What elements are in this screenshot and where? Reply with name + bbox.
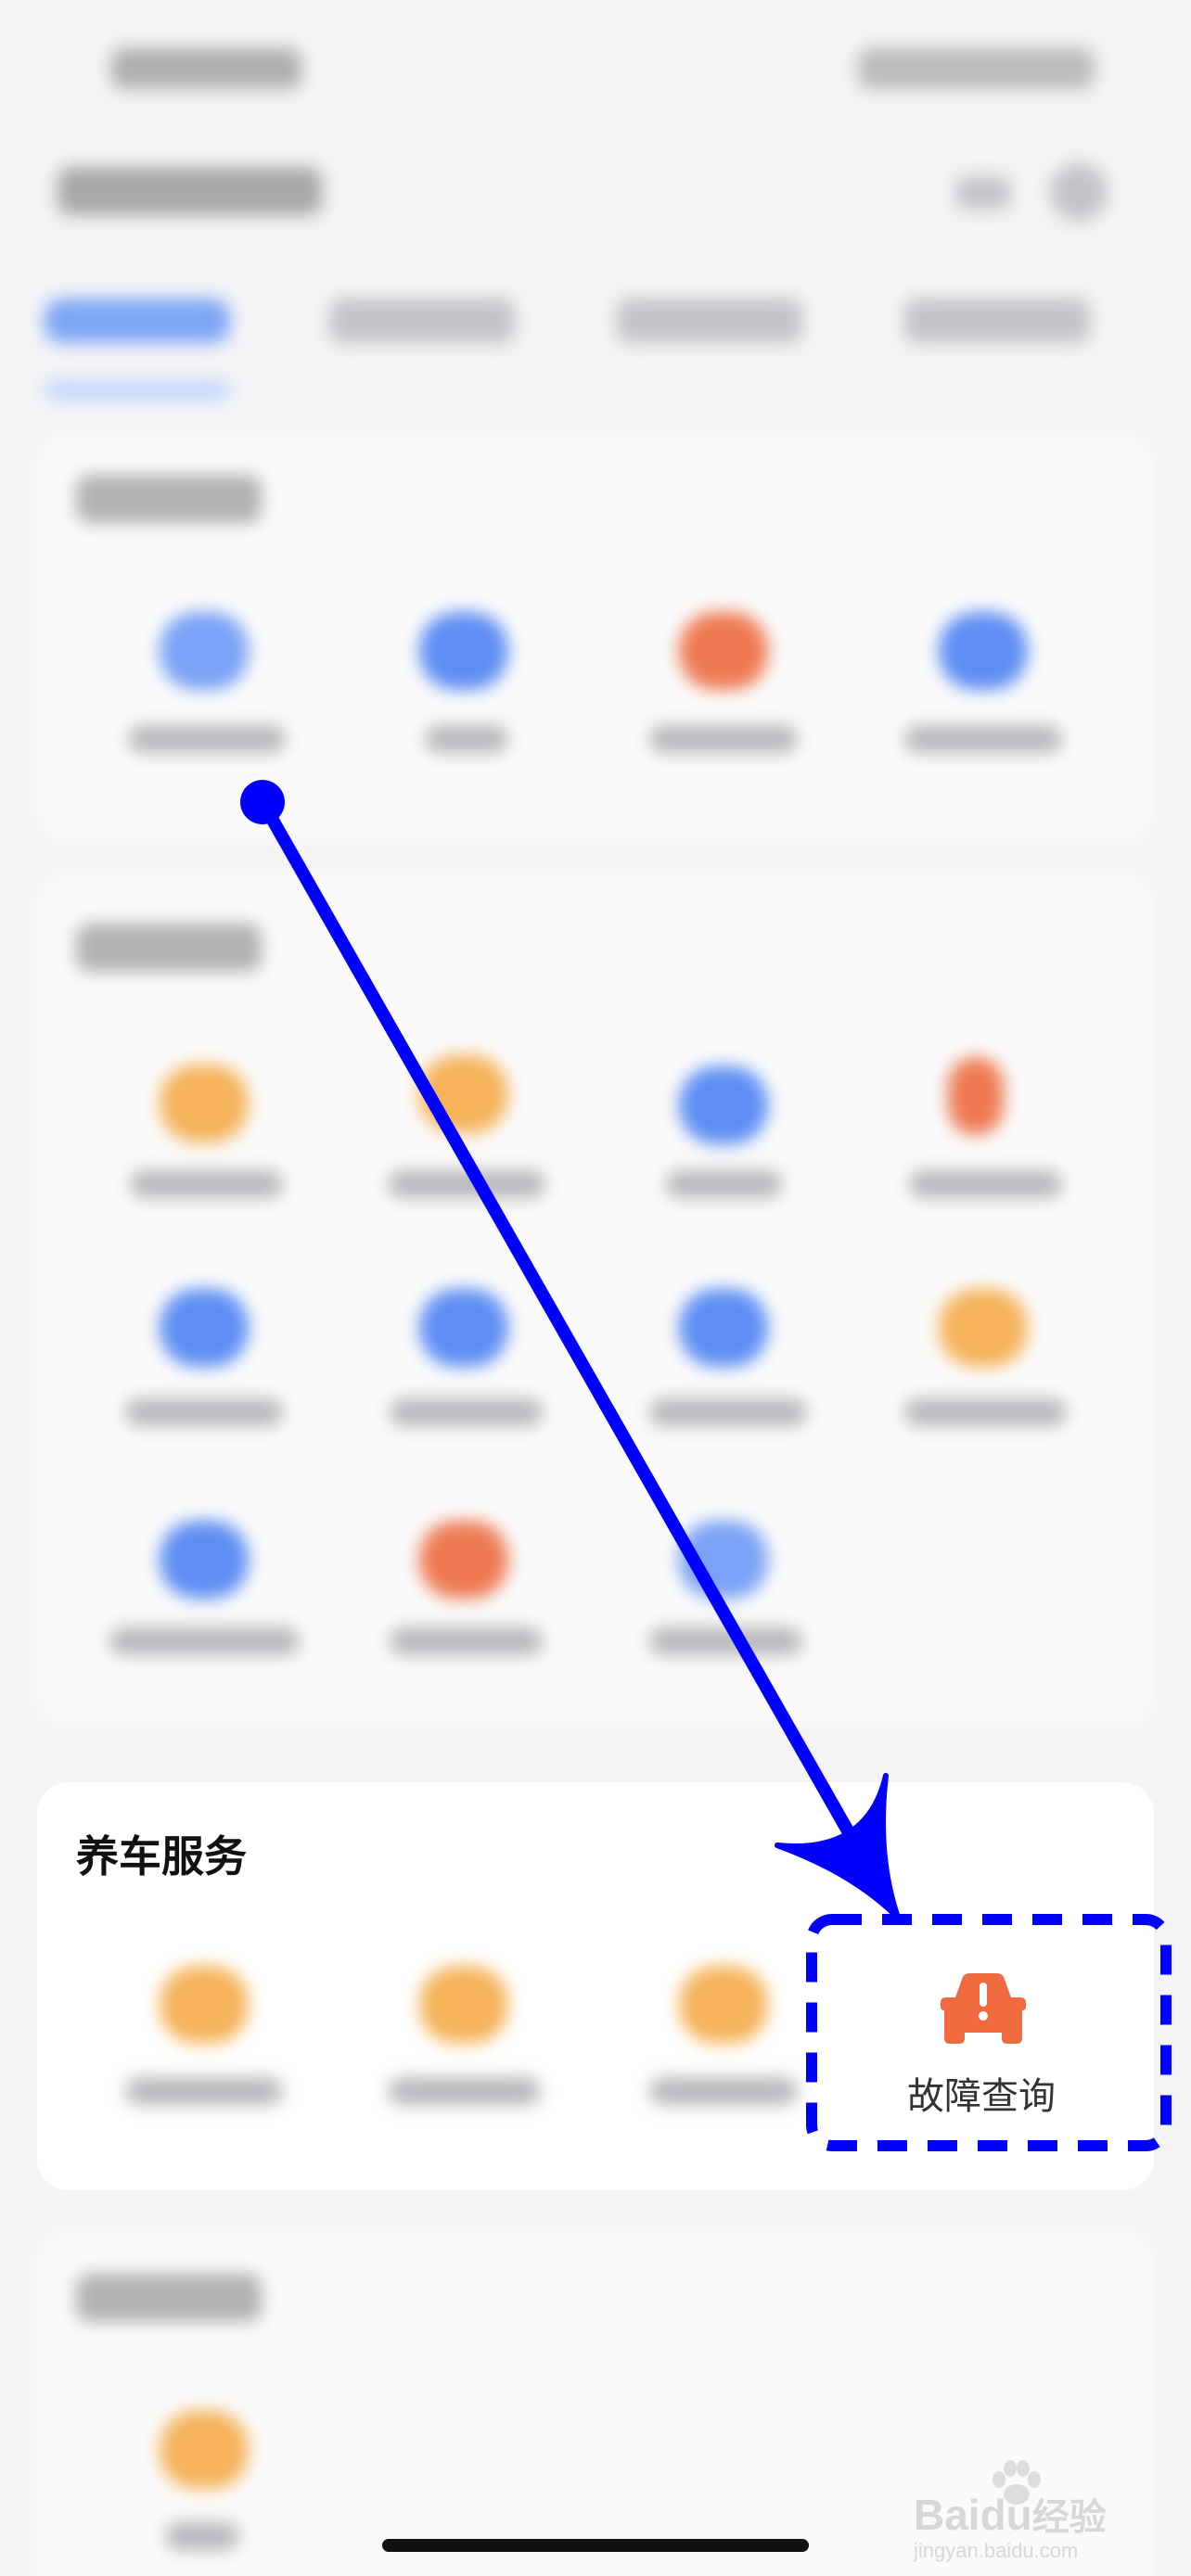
annotation-overlay <box>240 780 1172 2151</box>
annotation-arrow-head <box>775 1773 901 1920</box>
annotation-arrow-start-dot <box>240 780 285 824</box>
page: 养车服务 故障查询 Baidu经验 jingyan.baidu.com <box>0 0 1191 2576</box>
annotation-arrow-line <box>256 796 894 1907</box>
annotation-highlight-box <box>806 1914 1172 2151</box>
